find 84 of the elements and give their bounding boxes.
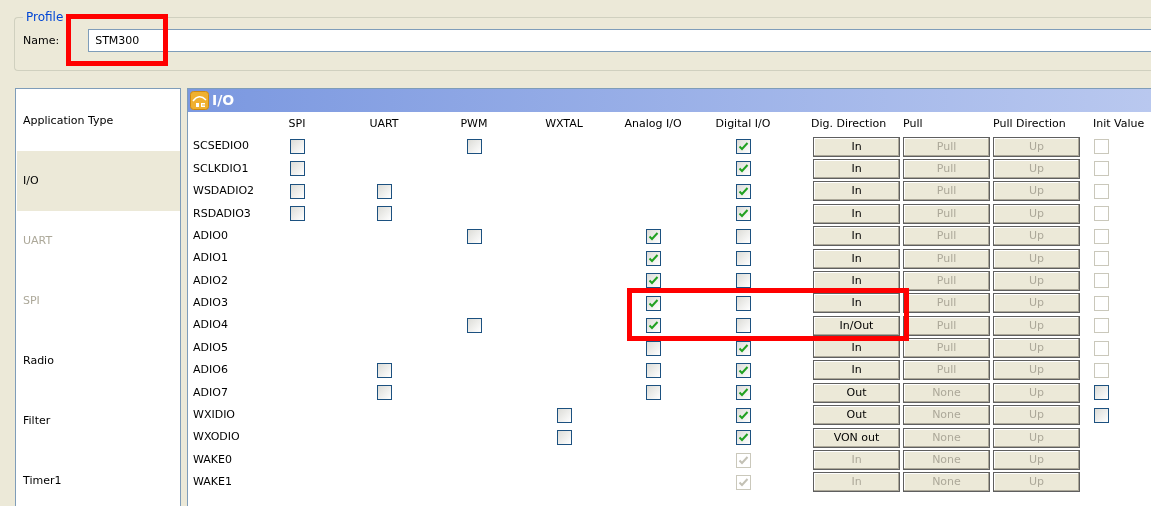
column-header: SPI — [287, 115, 307, 132]
column-header: Pull — [903, 115, 924, 132]
dropdown-button[interactable]: In — [813, 181, 900, 202]
row-label: RSDADIO3 — [193, 205, 252, 222]
checkbox[interactable] — [556, 430, 572, 446]
checkbox[interactable] — [735, 161, 751, 177]
row-label: WAKE0 — [193, 451, 233, 468]
checkbox[interactable] — [645, 295, 661, 311]
checkbox[interactable] — [289, 206, 305, 222]
checkbox[interactable] — [376, 183, 392, 199]
checkbox[interactable] — [645, 318, 661, 334]
sidebar-item[interactable]: Timer1 — [17, 451, 180, 506]
dropdown-button[interactable]: In — [813, 360, 900, 381]
name-label: Name: — [23, 33, 60, 49]
checkbox[interactable] — [735, 385, 751, 401]
row-label: ADIO0 — [193, 227, 229, 244]
sidebar-item[interactable]: Filter — [17, 391, 180, 451]
dropdown-button[interactable]: In — [813, 158, 900, 179]
checkbox[interactable] — [735, 407, 751, 423]
checkbox[interactable] — [735, 183, 751, 199]
column-header: PWM — [459, 115, 489, 132]
column-header: Digital I/O — [714, 115, 772, 132]
checkbox[interactable] — [645, 273, 661, 289]
dropdown-button[interactable]: VON out — [813, 427, 900, 448]
checkbox[interactable] — [466, 139, 482, 155]
column-header: Pull Direction — [993, 115, 1067, 132]
dropdown-button[interactable]: In — [813, 226, 900, 247]
checkbox[interactable] — [289, 139, 305, 155]
dropdown-button[interactable]: In — [813, 248, 900, 269]
checkbox[interactable] — [735, 363, 751, 378]
column-header: Init Value — [1092, 115, 1146, 132]
checkbox[interactable] — [1094, 385, 1109, 401]
checkbox[interactable] — [289, 161, 305, 177]
dropdown-button[interactable]: Out — [813, 405, 900, 426]
checkbox[interactable] — [556, 407, 572, 423]
dropdown-button[interactable]: In — [813, 293, 900, 314]
row-label: SCSEDIO0 — [193, 138, 250, 155]
checkbox[interactable] — [735, 318, 751, 334]
dropdown-button[interactable]: In — [813, 136, 900, 157]
row-label: WAKE1 — [193, 474, 233, 491]
row-label: SCLKDIO1 — [193, 160, 250, 177]
row-label: ADIO6 — [193, 362, 229, 379]
checkbox[interactable] — [735, 251, 751, 267]
column-header: Analog I/O — [623, 115, 683, 132]
sidebar-item[interactable]: Radio — [17, 331, 180, 391]
checkbox[interactable] — [645, 251, 661, 267]
checkbox[interactable] — [735, 139, 751, 155]
app-logo-icon — [190, 91, 209, 110]
row-label: ADIO1 — [193, 250, 229, 267]
checkbox[interactable] — [289, 183, 305, 199]
checkbox[interactable] — [466, 318, 482, 334]
column-header: UART — [368, 115, 400, 132]
dropdown-button[interactable]: In/Out — [813, 315, 900, 336]
dropdown-button[interactable]: In — [813, 203, 900, 224]
checkbox[interactable] — [735, 295, 751, 311]
checkbox[interactable] — [645, 385, 661, 401]
checkbox[interactable] — [1094, 407, 1109, 423]
checkbox[interactable] — [735, 228, 751, 244]
row-label: ADIO3 — [193, 295, 229, 312]
checkbox[interactable] — [735, 430, 751, 446]
name-input-field[interactable]: STM300 — [88, 29, 1151, 52]
checkbox[interactable] — [645, 228, 661, 244]
checkbox[interactable] — [376, 363, 392, 378]
row-label: ADIO2 — [193, 272, 229, 289]
checkbox[interactable] — [376, 385, 392, 401]
checkbox[interactable] — [735, 206, 751, 222]
row-label: ADIO5 — [193, 339, 229, 356]
panel-title: I/O — [212, 91, 235, 110]
row-label: WXIDIO — [193, 407, 237, 423]
row-label: ADIO4 — [193, 317, 229, 334]
column-header: Dig. Direction — [810, 115, 888, 132]
group-title: Profile — [23, 10, 67, 24]
checkbox[interactable] — [466, 228, 482, 244]
sidebar-item[interactable]: I/O — [17, 151, 180, 211]
checkbox[interactable] — [645, 363, 661, 378]
checkbox[interactable] — [735, 273, 751, 289]
row-label: WXODIO — [193, 429, 241, 446]
checkbox[interactable] — [376, 206, 392, 222]
column-header: WXTAL — [544, 115, 584, 132]
row-label: ADIO7 — [193, 384, 229, 401]
dropdown-button[interactable]: In — [813, 270, 900, 291]
sidebar-item[interactable]: Application Type — [17, 91, 180, 151]
row-label: WSDADIO2 — [193, 183, 256, 200]
dropdown-button[interactable]: Out — [813, 382, 900, 403]
